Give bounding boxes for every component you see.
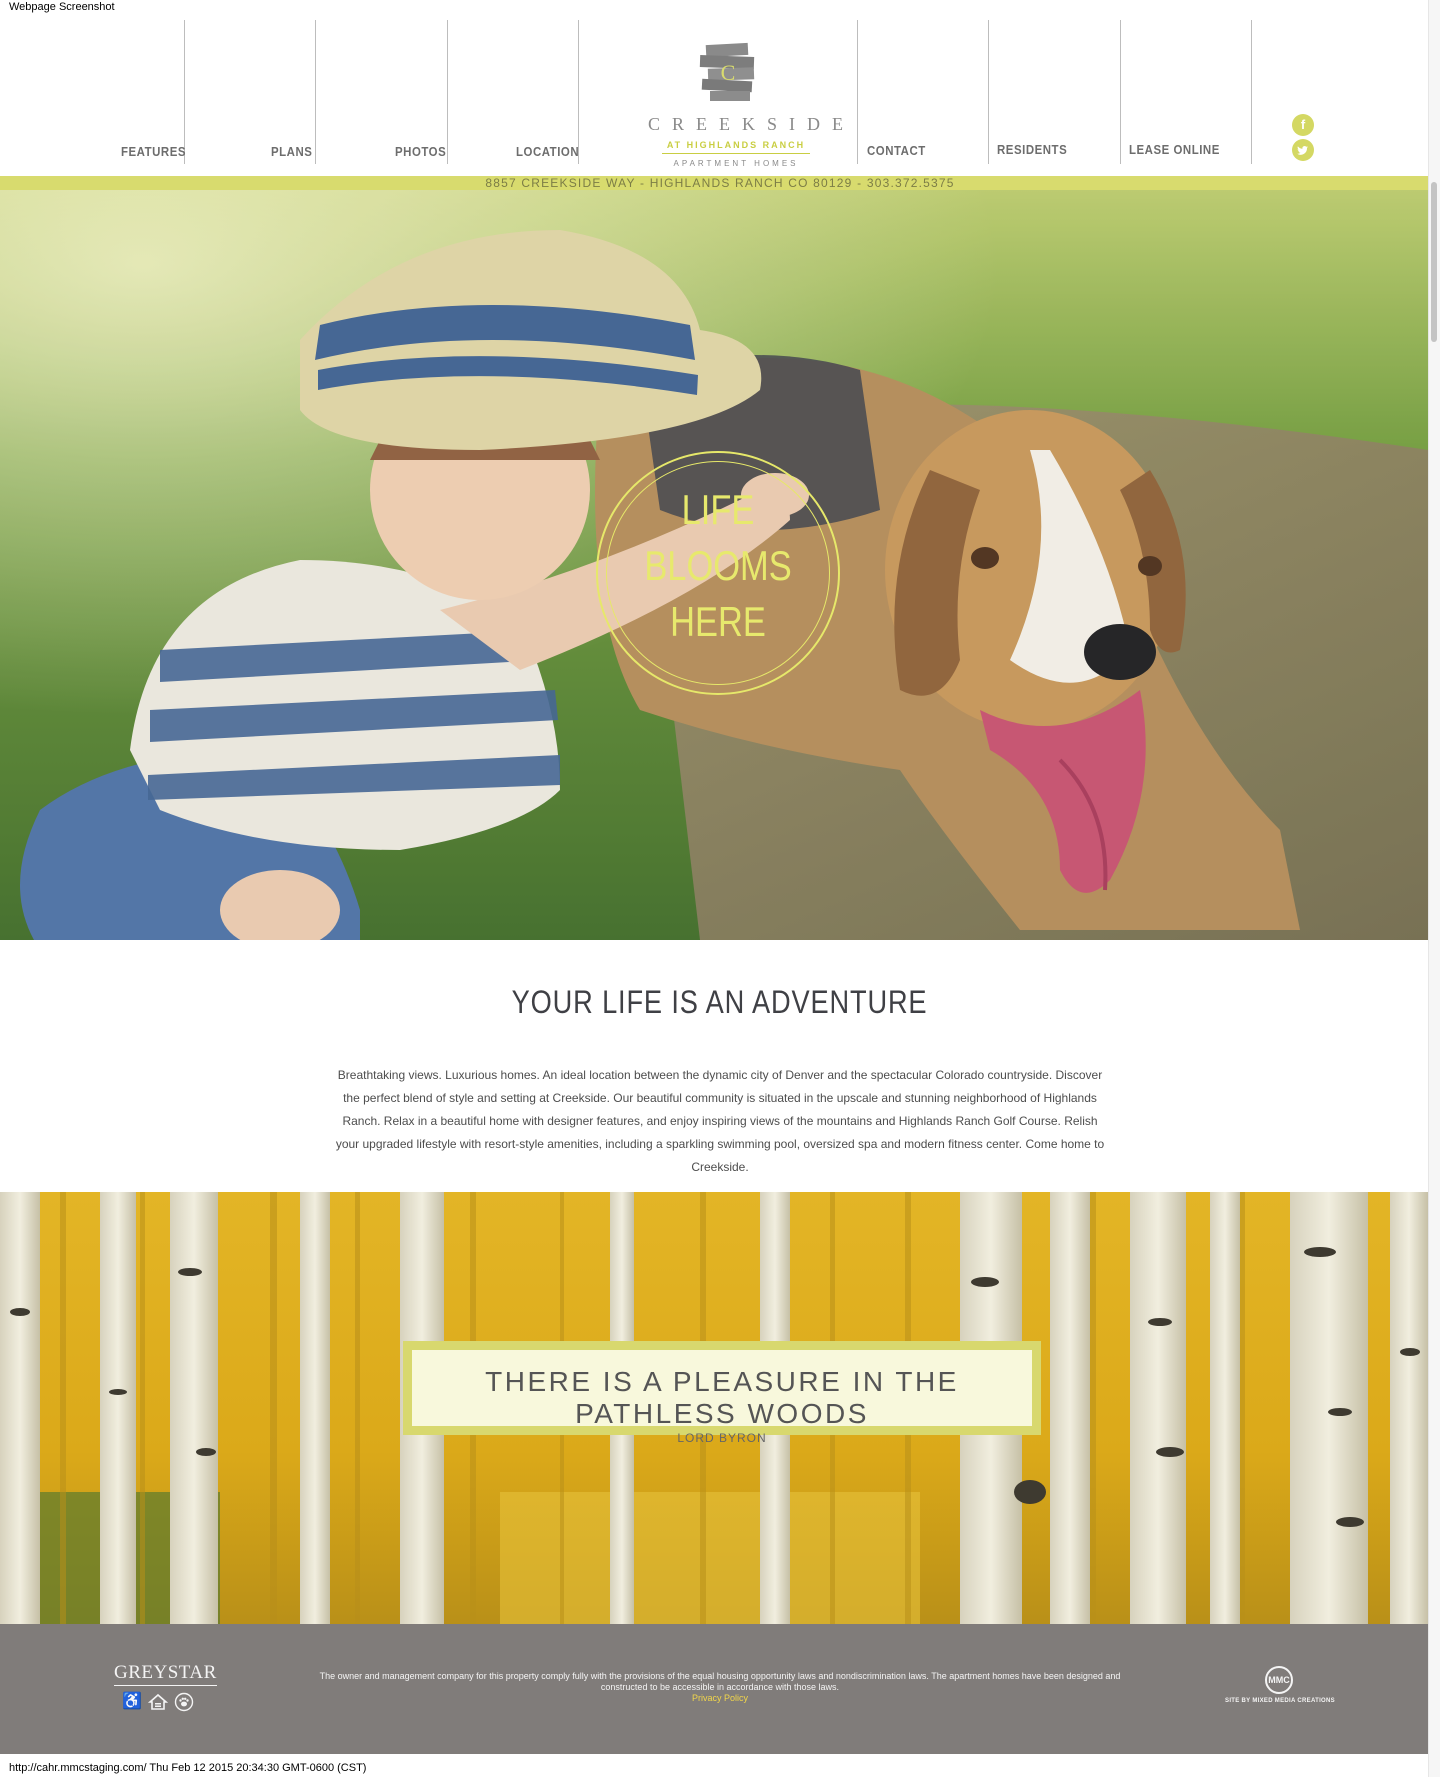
hero-slogan-line: HERE	[670, 598, 766, 645]
intro-title-text: YOUR LIFE IS AN ADVENTURE	[512, 984, 928, 1020]
footer-disclaimer: The owner and management company for thi…	[300, 1671, 1140, 1704]
accessibility-icon: ♿	[122, 1693, 142, 1710]
creekside-logo[interactable]: C CREEKSIDE AT HIGHLANDS RANCH APARTMENT…	[636, 42, 855, 176]
quote-card: THERE IS A PLEASURE IN THE PATHLESS WOOD…	[412, 1350, 1032, 1445]
compliance-icons: ♿	[122, 1692, 194, 1712]
screenshot-label: Webpage Screenshot	[9, 1, 115, 13]
intro-paragraph: Breathtaking views. Luxurious homes. An …	[335, 1068, 1105, 1174]
nav-plans[interactable]: PLANS	[271, 144, 312, 159]
nav-divider	[315, 20, 316, 164]
nav-divider	[857, 20, 858, 164]
mmc-logo[interactable]: MMC	[1265, 1666, 1293, 1694]
nav-lease-online[interactable]: LEASE ONLINE	[1129, 142, 1220, 157]
logo-name: CREEKSIDE	[648, 114, 855, 134]
site-header: FEATURES PLANS PHOTOS LOCATION CONTACT R…	[0, 14, 1428, 176]
nav-divider	[578, 20, 579, 164]
hero-slogan-line: BLOOMS	[644, 542, 792, 589]
privacy-policy-link[interactable]: Privacy Policy	[300, 1693, 1140, 1704]
nav-divider	[1251, 20, 1252, 164]
site-credit: SITE BY MIXED MEDIA CREATIONS	[1225, 1698, 1335, 1704]
intro-title: YOUR LIFE IS AN ADVENTURE	[0, 984, 1440, 1021]
site-footer: GREYSTAR ♿ The owner and management comp…	[0, 1624, 1428, 1754]
logo-rule	[662, 153, 810, 154]
nav-location[interactable]: LOCATION	[516, 144, 579, 159]
hero-slogan-line: LIFE	[681, 486, 755, 533]
quote-text: THERE IS A PLEASURE IN THE PATHLESS WOOD…	[485, 1366, 959, 1429]
logo-subtitle: APARTMENT HOMES	[673, 159, 799, 168]
nav-divider	[184, 20, 185, 164]
nav-residents[interactable]: RESIDENTS	[997, 142, 1067, 157]
hero-slogan: LIFE BLOOMS HERE	[618, 482, 818, 650]
nav-divider	[447, 20, 448, 164]
pet-friendly-icon	[174, 1692, 194, 1712]
scrollbar-thumb[interactable]	[1431, 182, 1437, 342]
svg-text:C: C	[721, 60, 736, 85]
disclaimer-text: The owner and management company for thi…	[319, 1671, 1121, 1692]
greystar-logo[interactable]: GREYSTAR	[114, 1662, 217, 1686]
nav-divider	[988, 20, 989, 164]
nav-photos[interactable]: PHOTOS	[395, 144, 446, 159]
url-label: http://cahr.mmcstaging.com/ Thu Feb 12 2…	[9, 1762, 367, 1774]
logo-tagline: AT HIGHLANDS RANCH	[666, 140, 806, 150]
quote-panel: THERE IS A PLEASURE IN THE PATHLESS WOOD…	[403, 1341, 1041, 1445]
facebook-icon[interactable]: f	[1292, 114, 1314, 136]
nav-contact[interactable]: CONTACT	[867, 143, 926, 158]
nav-divider	[1120, 20, 1121, 164]
nav-features[interactable]: FEATURES	[121, 144, 186, 159]
quote-author: LORD BYRON	[677, 1431, 767, 1445]
address-text: 8857 CREEKSIDE WAY - HIGHLANDS RANCH CO …	[485, 176, 955, 190]
equal-housing-icon	[147, 1692, 169, 1712]
logo-mark-icon: C	[699, 42, 755, 101]
twitter-bird-icon	[1297, 146, 1308, 155]
twitter-icon[interactable]	[1292, 139, 1314, 161]
